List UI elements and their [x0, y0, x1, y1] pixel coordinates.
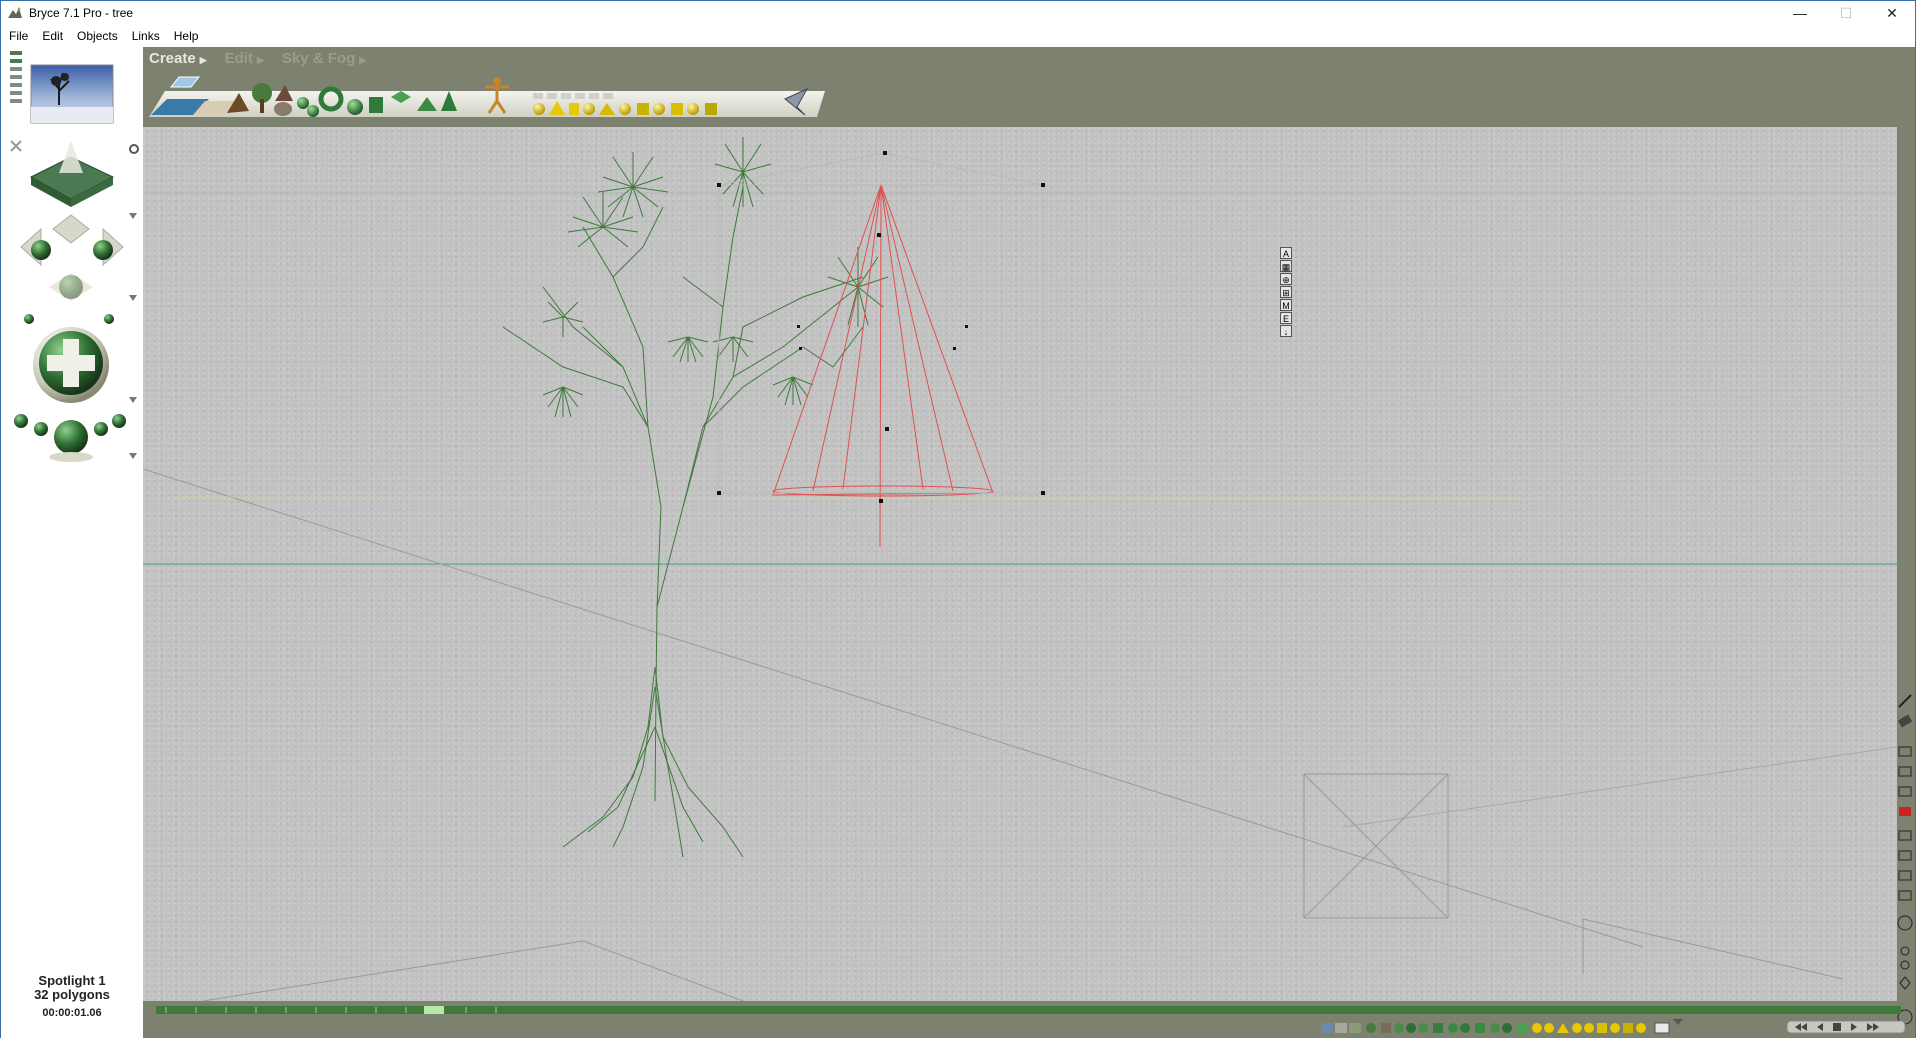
camera-position-controls[interactable] [20, 214, 124, 324]
maximize-button[interactable]: ☐ [1823, 1, 1869, 25]
view-menu-arrow-icon[interactable] [129, 213, 137, 219]
ground-line-2 [1342, 746, 1897, 828]
layer-c-icon[interactable] [1898, 870, 1912, 881]
camera-trackball[interactable] [33, 327, 109, 403]
light-plane-line [172, 496, 1544, 500]
view-control-icon[interactable] [29, 141, 115, 207]
render-mode-icon[interactable] [1898, 766, 1912, 777]
tree-wireframe[interactable] [502, 186, 864, 858]
close-preview-icon[interactable] [10, 140, 22, 152]
object-selection-icons[interactable] [1321, 1023, 1527, 1033]
tag-group-icon[interactable]: ⊞ [1280, 286, 1292, 298]
tab-edit[interactable]: Edit ▶ [225, 50, 264, 67]
animation-timeline[interactable] [156, 1006, 1901, 1014]
title-bar: Bryce 7.1 Pro - tree — ☐ ✕ [1, 1, 1915, 25]
create-toolbar [149, 76, 825, 117]
menu-objects[interactable]: Objects [77, 29, 118, 43]
ground-line [143, 468, 1644, 948]
polygon-count: 32 polygons [34, 987, 110, 1002]
trackball-menu-arrow-icon[interactable] [129, 397, 137, 403]
timeline-time: 00:00:01.06 [42, 1007, 102, 1019]
playback-controls[interactable] [1786, 1020, 1906, 1034]
render-controls[interactable] [14, 414, 126, 462]
timeline-scrubber[interactable] [424, 1006, 444, 1014]
layer-b-icon[interactable] [1898, 850, 1912, 861]
layer-d-icon[interactable] [1898, 890, 1912, 901]
director-view-icon[interactable] [1897, 915, 1913, 931]
minimize-button[interactable]: — [1777, 1, 1823, 25]
display-tools-column [1897, 694, 1913, 1025]
wireframe-mode-icon[interactable] [1898, 786, 1912, 797]
tab-create[interactable]: Create ▶ [149, 50, 207, 67]
selection-tags: A ▦ ⊕ ⊞ M E ↓ [1280, 247, 1292, 337]
rock-icon[interactable] [274, 85, 293, 116]
control-palette-graphics [10, 51, 139, 462]
control-palette: Spotlight 1 32 polygons 00:00:01.06 [1, 47, 143, 1038]
cylinder-icon[interactable] [369, 97, 383, 113]
sphere-icon[interactable] [347, 99, 363, 115]
menu-edit[interactable]: Edit [42, 29, 63, 43]
tag-family-icon[interactable]: ▦ [1280, 260, 1292, 272]
view-toggle-stack[interactable] [10, 51, 22, 103]
tag-material-icon[interactable]: M [1280, 299, 1292, 311]
window-controls: — ☐ ✕ [1777, 1, 1915, 25]
render-menu-arrow-icon[interactable] [129, 453, 137, 459]
light-selection-icons[interactable] [1532, 1023, 1646, 1033]
view-mode-icon[interactable] [1898, 746, 1912, 757]
pan-icon[interactable] [1899, 976, 1911, 990]
pencil-icon[interactable] [1898, 694, 1912, 708]
tag-link-icon[interactable]: ⊕ [1280, 273, 1292, 285]
close-button[interactable]: ✕ [1869, 1, 1915, 25]
workspace: Spotlight 1 32 polygons 00:00:01.06 Crea… [1, 47, 1915, 1038]
menu-links[interactable]: Links [132, 29, 160, 43]
wireframe-scene [143, 137, 1897, 1001]
menu-file[interactable]: File [9, 29, 28, 43]
preview-options-icon[interactable] [129, 144, 139, 154]
camera-menu-arrow-icon[interactable] [129, 295, 137, 301]
selection-status: Spotlight 1 32 polygons 00:00:01.06 [1, 974, 143, 1038]
select-all-icon[interactable] [1654, 1022, 1670, 1034]
nano-preview[interactable] [30, 64, 114, 124]
menu-bar: File Edit Objects Links Help [1, 25, 1915, 47]
tag-land-icon[interactable]: ↓ [1280, 325, 1292, 337]
ground-corner [1582, 918, 1844, 980]
3d-viewport[interactable]: A ▦ ⊕ ⊞ M E ↓ [143, 127, 1897, 1001]
selected-object-name: Spotlight 1 [38, 973, 106, 988]
tag-edit-icon[interactable]: E [1280, 312, 1292, 324]
bottom-toolbar [1321, 1019, 1906, 1034]
app-window: Bryce 7.1 Pro - tree — ☐ ✕ File Edit Obj… [0, 0, 1916, 1038]
zoom-out-icon[interactable] [1900, 960, 1910, 970]
tab-sky-fog[interactable]: Sky & Fog ▶ [282, 50, 366, 67]
tag-aim-icon[interactable]: A [1280, 247, 1292, 259]
layer-a-icon[interactable] [1898, 830, 1912, 841]
eraser-icon[interactable] [1897, 714, 1913, 728]
window-title: Bryce 7.1 Pro - tree [29, 6, 134, 20]
bryce-app-icon [8, 7, 22, 18]
ground-grid [202, 940, 744, 1001]
palette-tabs: Create ▶ Edit ▶ Sky & Fog ▶ [149, 47, 384, 69]
menu-help[interactable]: Help [174, 29, 199, 43]
selection-menu-arrow-icon[interactable] [1673, 1019, 1683, 1025]
zoom-in-icon[interactable] [1900, 946, 1910, 956]
record-icon[interactable] [1899, 807, 1911, 816]
